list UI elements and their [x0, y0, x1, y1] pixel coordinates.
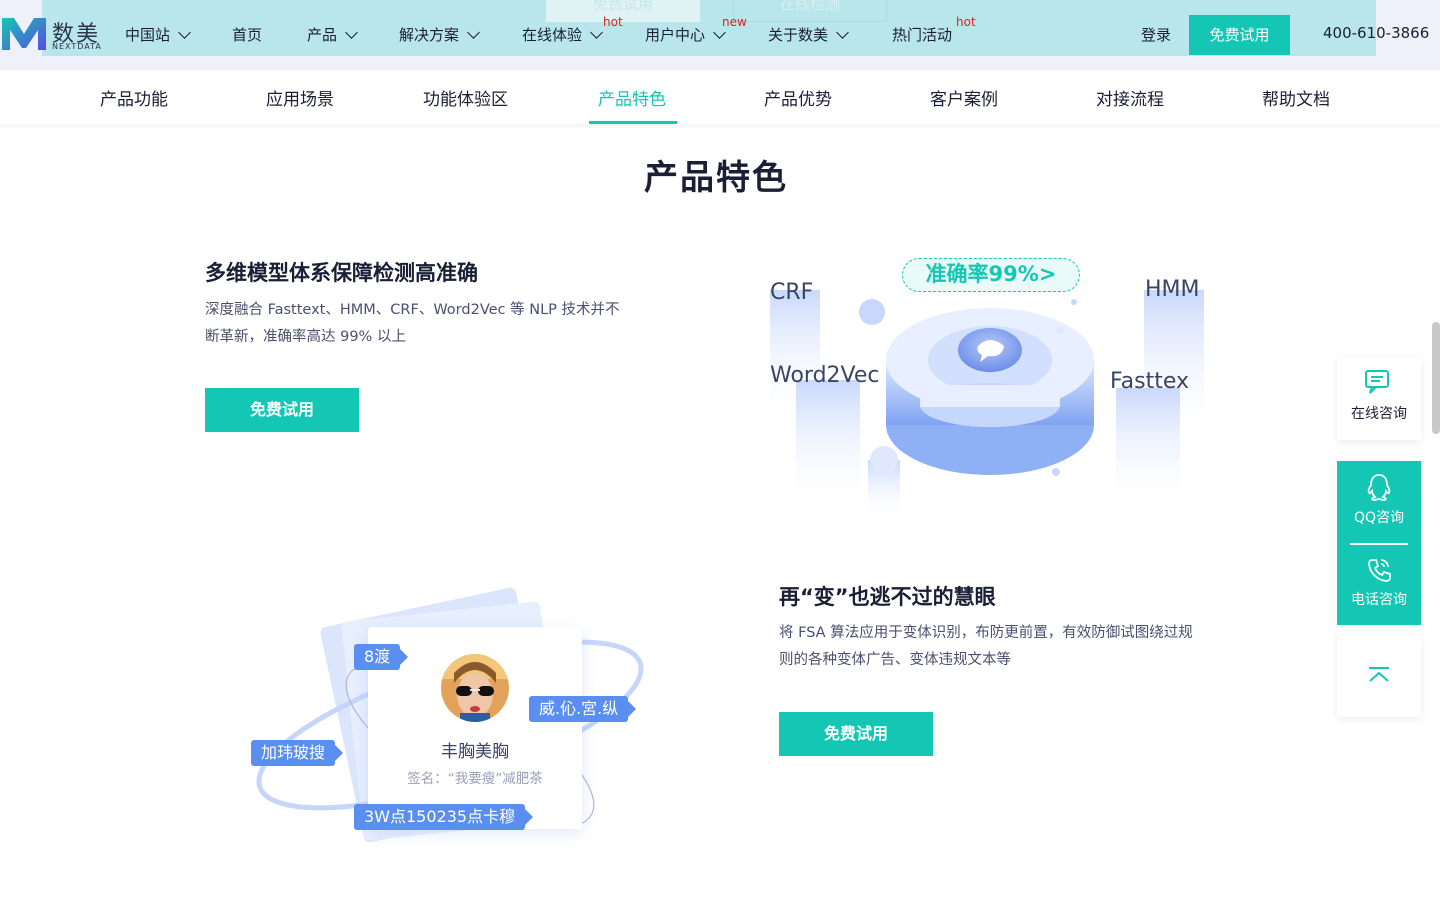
nav-item-label: 中国站: [125, 26, 171, 44]
tab-integration[interactable]: 对接流程: [1096, 85, 1164, 110]
nav-item-label: 热门活动: [892, 26, 953, 44]
label-crf: CRF: [770, 280, 814, 305]
nav-item-label: 用户中心: [645, 26, 706, 44]
hot-badge: hot: [956, 15, 976, 29]
variant-chip: 8渡: [354, 644, 409, 670]
nav-item-home[interactable]: 首页: [232, 24, 262, 45]
top-header: 免费试用 在线检测 数美 NEXTDATA 中国站 首页 产品 解决方案 在线体…: [0, 0, 1440, 70]
qq-consult-label: QQ咨询: [1353, 510, 1405, 526]
sub-nav: 产品功能 应用场景 功能体验区 产品特色 产品优势 客户案例 对接流程 帮助文档: [0, 70, 1440, 124]
phone-consult-button[interactable]: 电话咨询: [1337, 545, 1421, 625]
qq-consult-button[interactable]: QQ咨询: [1337, 461, 1421, 543]
chevron-down-icon: [467, 26, 480, 39]
nav-item-events[interactable]: 热门活动: [892, 24, 952, 45]
feature-2-desc-line: 则的各种变体广告、变体违规文本等: [779, 652, 1011, 668]
consult-group: QQ咨询 电话咨询: [1337, 461, 1421, 625]
arrow-up-icon: [1369, 667, 1389, 682]
nav-item-china-site[interactable]: 中国站: [125, 24, 191, 45]
feature-1-desc: 深度融合 Fasttext、HMM、CRF、Word2Vec 等 NLP 技术并…: [205, 297, 620, 351]
qq-icon: [1367, 474, 1391, 501]
nav-item-products[interactable]: 产品: [307, 24, 358, 45]
nav-item-online-experience[interactable]: 在线体验: [522, 24, 603, 45]
ghost-trial-button[interactable]: 免费试用: [546, 0, 700, 22]
nav-item-user-center[interactable]: 用户中心: [645, 24, 726, 45]
nav-item-solutions[interactable]: 解决方案: [399, 24, 480, 45]
tab-features[interactable]: 产品功能: [100, 85, 168, 110]
feature-1-trial-button[interactable]: 免费试用: [205, 388, 359, 432]
tab-scenarios[interactable]: 应用场景: [266, 85, 334, 110]
phone-number: 400-610-3866: [1323, 24, 1430, 42]
login-link[interactable]: 登录: [1141, 24, 1171, 45]
phone-icon: [1368, 559, 1391, 582]
ghost-detect-button[interactable]: 在线检测: [733, 0, 887, 22]
nav-item-label: 在线体验: [522, 26, 583, 44]
nav-item-label: 关于数美: [768, 26, 829, 44]
avatar: [441, 654, 509, 722]
chevron-down-icon: [590, 26, 603, 39]
logo-mark-icon: [2, 18, 46, 50]
online-consult-button[interactable]: 在线咨询: [1337, 357, 1421, 440]
logo[interactable]: 数美 NEXTDATA: [0, 14, 102, 54]
page-root: 免费试用 在线检测 数美 NEXTDATA 中国站 首页 产品 解决方案 在线体…: [0, 0, 1440, 900]
chevron-down-icon: [836, 26, 849, 39]
variant-chip: 威.伈.宮.纵: [529, 696, 637, 722]
nav-item-label: 首页: [232, 26, 263, 44]
scrollbar[interactable]: [1432, 322, 1440, 434]
feature-1-desc-line: 深度融合 Fasttext、HMM、CRF、Word2Vec 等 NLP 技术并…: [205, 302, 620, 318]
feature-1-desc-line: 断革新，准确率高达 99% 以上: [205, 329, 406, 345]
tab-docs[interactable]: 帮助文档: [1262, 85, 1330, 110]
online-consult-label: 在线咨询: [1351, 406, 1407, 422]
label-fasttex: Fasttex: [1110, 369, 1189, 394]
profile-signature: 签名：“我要瘦”减肥茶: [407, 771, 543, 787]
hot-badge: hot: [603, 15, 623, 29]
nav-item-label: 产品: [307, 26, 338, 44]
back-to-top-button[interactable]: [1337, 633, 1421, 717]
profile-name: 丰胸美胸: [441, 742, 509, 762]
active-tab-underline: [589, 121, 677, 124]
nav-item-label: 解决方案: [399, 26, 460, 44]
chevron-down-icon: [345, 26, 358, 39]
variant-chip: 加玮玻搜: [251, 740, 344, 766]
accuracy-badge: 准确率99%>: [902, 258, 1080, 292]
feature-2-trial-button[interactable]: 免费试用: [779, 712, 933, 756]
tab-cases[interactable]: 客户案例: [930, 85, 998, 110]
feature-2-desc: 将 FSA 算法应用于变体识别，布防更前置，有效防御试图绕过规 则的各种变体广告…: [779, 620, 1193, 674]
chevron-down-icon: [178, 26, 191, 39]
tab-advantages[interactable]: 产品优势: [764, 85, 832, 110]
variant-illustration: 丰胸美胸 签名：“我要瘦”减肥茶 8渡 威.伈.宮.纵 加玮玻搜 3W点1502…: [240, 575, 660, 855]
nav-item-about[interactable]: 关于数美: [768, 24, 849, 45]
free-trial-button[interactable]: 免费试用: [1189, 15, 1290, 55]
feature-1-title: 多维模型体系保障检测高准确: [205, 261, 478, 285]
feature-2-title: 再“变”也逃不过的慧眼: [779, 585, 996, 609]
variant-chip: 3W点150235点卡穆: [354, 804, 534, 830]
label-hmm: HMM: [1145, 277, 1200, 302]
logo-sub: NEXTDATA: [52, 42, 102, 51]
chat-icon: [1365, 370, 1389, 394]
section-title: 产品特色: [644, 158, 788, 198]
feature-2-desc-line: 将 FSA 算法应用于变体识别，布防更前置，有效防御试图绕过规: [779, 625, 1193, 641]
phone-consult-label: 电话咨询: [1351, 592, 1407, 608]
tab-characteristics[interactable]: 产品特色: [598, 85, 666, 110]
model-illustration: 准确率99%> CRF HMM Word2Vec Fasttex: [760, 250, 1220, 530]
tab-experience[interactable]: 功能体验区: [423, 85, 508, 110]
label-word2vec: Word2Vec: [770, 363, 880, 388]
new-badge: new: [722, 15, 747, 29]
